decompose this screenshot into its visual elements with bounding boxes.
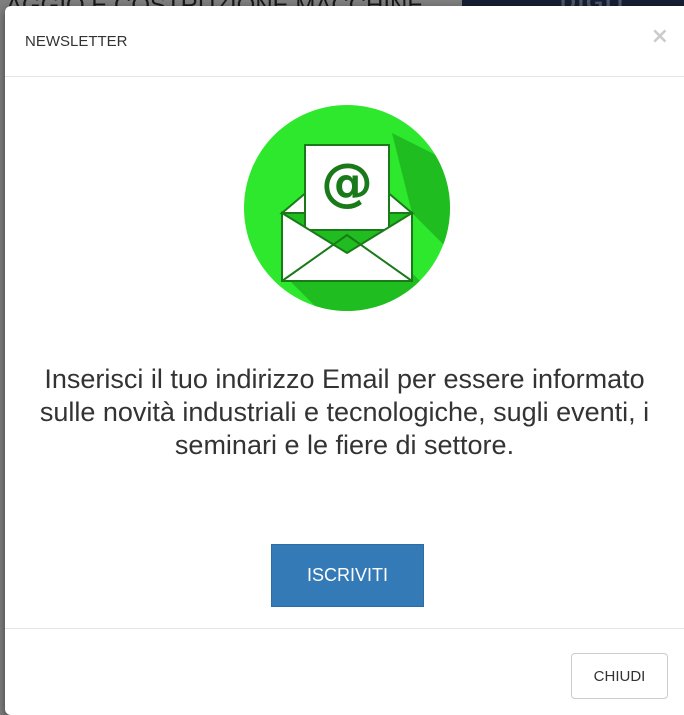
close-icon-button[interactable]: × xyxy=(651,26,669,48)
modal-title: NEWSLETTER xyxy=(25,33,128,50)
at-sign-icon: @ xyxy=(321,153,373,213)
modal-header: NEWSLETTER × xyxy=(5,6,684,77)
email-envelope-icon: @ xyxy=(242,103,452,313)
modal-footer: CHIUDI xyxy=(5,628,684,715)
modal-body: @ Inserisci il tuo indirizzo Email per e… xyxy=(5,77,684,627)
close-button[interactable]: CHIUDI xyxy=(571,653,668,699)
newsletter-message: Inserisci il tuo indirizzo Email per ess… xyxy=(39,364,650,460)
subscribe-button[interactable]: ISCRIVITI xyxy=(271,544,424,607)
newsletter-modal: NEWSLETTER × @ Inserisci il tuo indirizz… xyxy=(5,6,684,715)
